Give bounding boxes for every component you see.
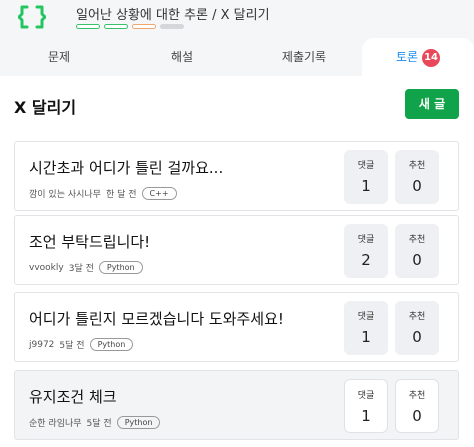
tab-label: 해설: [170, 50, 194, 64]
post-meta: vvookly 3달 전 Python: [29, 261, 143, 274]
new-post-button[interactable]: 새 글: [405, 89, 459, 119]
post-author: j9972: [29, 339, 55, 350]
language-tag: Python: [98, 261, 143, 274]
post-time: 5달 전: [59, 341, 85, 351]
comment-label: 댓글: [357, 161, 375, 171]
like-count: 추천 0: [395, 224, 439, 278]
comment-count: 댓글 1: [344, 379, 388, 433]
tab-label: 제출기록: [281, 50, 327, 64]
post-meta: 순한 라임나무 5달 전 Python: [29, 416, 161, 429]
post-title[interactable]: 유지조건 체크: [29, 386, 117, 407]
comment-value: 1: [361, 177, 371, 195]
difficulty-segment: [132, 24, 156, 29]
difficulty-segment: [160, 24, 184, 29]
tab-label: 문제: [47, 50, 71, 64]
comment-label: 댓글: [357, 312, 375, 322]
discussion-count-badge: 14: [422, 48, 441, 67]
difficulty-segment: [76, 24, 100, 29]
like-label: 추천: [408, 312, 426, 322]
like-value: 0: [412, 251, 422, 269]
tab-problem[interactable]: 문제: [0, 38, 118, 76]
like-count: 추천 0: [395, 301, 439, 355]
tab-label: 토론: [395, 50, 419, 64]
like-value: 0: [412, 177, 422, 195]
post-title[interactable]: 조언 부탁드립니다!: [29, 231, 150, 252]
problem-header: 일어난 상황에 대한 추론 / X 달리기: [0, 0, 474, 38]
comment-value: 1: [361, 407, 371, 425]
language-tag: Python: [116, 416, 161, 429]
post-author: vvookly: [29, 262, 64, 273]
comment-value: 1: [361, 328, 371, 346]
like-label: 추천: [408, 235, 426, 245]
like-label: 추천: [408, 161, 426, 171]
list-item[interactable]: 시간초과 어디가 틀린 걸까요... 깜이 있는 사시나무 한 달 전 C++ …: [14, 141, 459, 211]
language-tag: C++: [141, 187, 177, 200]
tab-submissions[interactable]: 제출기록: [246, 38, 362, 76]
tab-solution[interactable]: 해설: [118, 38, 246, 76]
comment-label: 댓글: [357, 235, 375, 245]
post-meta: 깜이 있는 사시나무 한 달 전 C++: [29, 187, 177, 200]
page-title: X 달리기: [14, 98, 77, 117]
like-count: 추천 0: [395, 379, 439, 433]
post-time: 3달 전: [68, 264, 94, 274]
comment-count: 댓글 1: [344, 301, 388, 355]
comment-value: 2: [361, 251, 371, 269]
like-count: 추천 0: [395, 150, 439, 204]
comment-count: 댓글 2: [344, 224, 388, 278]
difficulty-indicator: [76, 24, 184, 29]
list-item[interactable]: 유지조건 체크 순한 라임나무 5달 전 Python 댓글 1 추천 0: [14, 370, 459, 440]
language-tag: Python: [89, 338, 134, 351]
list-item[interactable]: 조언 부탁드립니다! vvookly 3달 전 Python 댓글 2 추천 0: [14, 215, 459, 285]
problem-title: 일어난 상황에 대한 추론 / X 달리기: [76, 8, 270, 23]
difficulty-segment: [104, 24, 128, 29]
comment-count: 댓글 1: [344, 150, 388, 204]
like-label: 추천: [408, 391, 426, 401]
post-author: 깜이 있는 사시나무: [29, 190, 101, 200]
post-time: 5달 전: [86, 419, 112, 429]
post-author: 순한 라임나무: [29, 419, 82, 429]
post-meta: j9972 5달 전 Python: [29, 338, 134, 351]
discussion-panel: X 달리기 새 글 시간초과 어디가 틀린 걸까요... 깜이 있는 사시나무 …: [0, 76, 474, 447]
problem-tabs: 문제 해설 제출기록 토론 14: [0, 38, 474, 76]
post-title[interactable]: 시간초과 어디가 틀린 걸까요...: [29, 157, 223, 178]
comment-label: 댓글: [357, 391, 375, 401]
post-time: 한 달 전: [105, 190, 137, 200]
like-value: 0: [412, 328, 422, 346]
list-item[interactable]: 어디가 틀린지 모르겠습니다 도와주세요! j9972 5달 전 Python …: [14, 292, 459, 362]
post-title[interactable]: 어디가 틀린지 모르겠습니다 도와주세요!: [29, 308, 284, 329]
tab-discussion[interactable]: 토론 14: [362, 38, 474, 76]
logo-icon[interactable]: [18, 4, 46, 30]
like-value: 0: [412, 407, 422, 425]
